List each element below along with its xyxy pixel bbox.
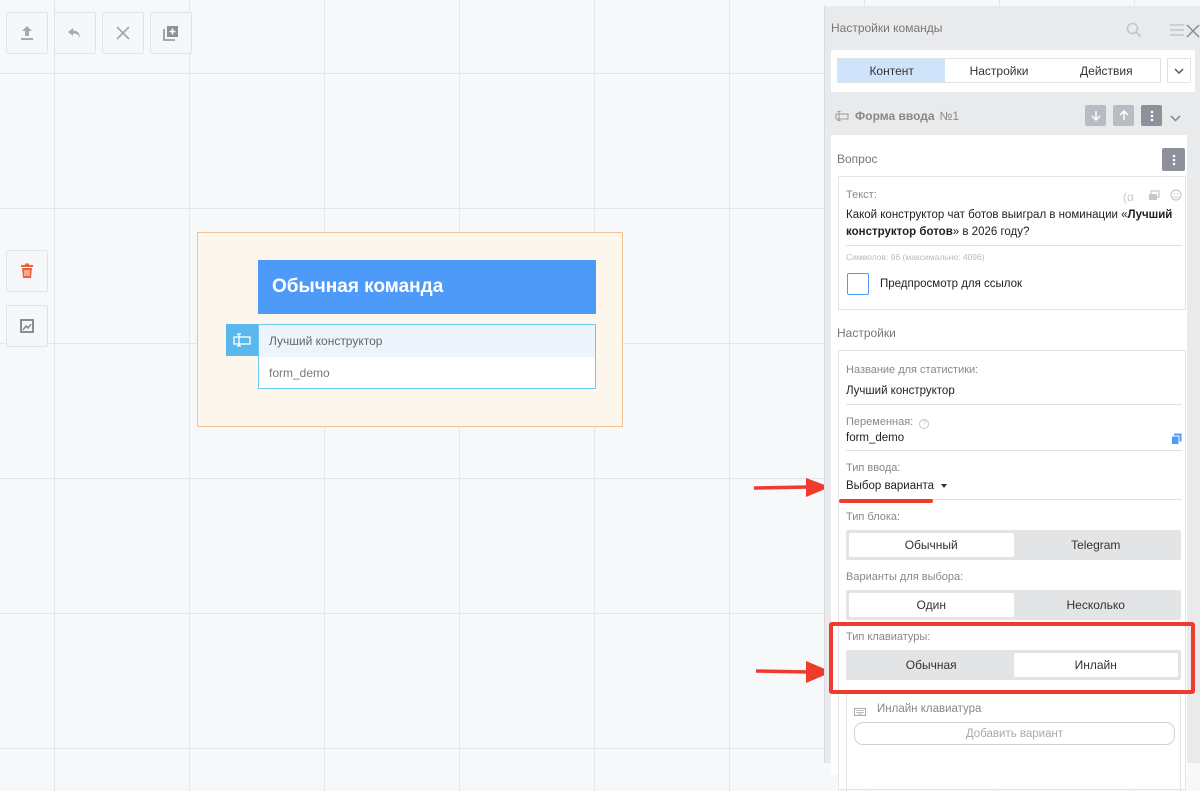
block-type-toggle: Обычный Telegram <box>846 530 1181 560</box>
link-preview-label: Предпросмотр для ссылок <box>880 278 1023 290</box>
arrow-annotation-keyboard-type <box>755 661 832 683</box>
keyboard-type-highlight <box>829 622 1195 694</box>
menu-icon[interactable] <box>1170 24 1184 39</box>
stat-name-label: Название для статистики: <box>846 364 979 376</box>
upload-icon <box>21 26 33 40</box>
question-label: Вопрос <box>837 152 878 166</box>
input-form-icon <box>835 111 849 121</box>
copy-icon[interactable] <box>1171 433 1182 448</box>
tab-actions[interactable]: Действия <box>1053 59 1160 82</box>
frame-icon <box>20 319 34 333</box>
choice-multiple[interactable]: Несколько <box>1014 593 1179 617</box>
form-block-name: Форма ввода <box>855 109 935 123</box>
question-text-part-2: » в 2026 году? <box>952 226 1030 238</box>
add-copy-icon <box>163 26 178 41</box>
choice-label: Варианты для выбора: <box>846 571 964 583</box>
question-text[interactable]: Какой конструктор чат ботов выиграл в но… <box>846 207 1178 241</box>
settings-box: Название для статистики: Лучший конструк… <box>838 350 1186 791</box>
variable-input[interactable]: form_demo <box>846 432 904 444</box>
form-block-header[interactable]: Форма ввода №1 <box>831 99 1195 133</box>
variable-label-text: Переменная: <box>846 416 914 428</box>
char-count: Символов: 96 (максимально: 4096) <box>846 252 985 262</box>
add-block-button[interactable] <box>150 12 192 54</box>
caret-down-icon <box>941 483 948 488</box>
input-type-select[interactable]: Выбор варианта <box>846 480 948 492</box>
node-stat-name: Лучший конструктор <box>259 325 595 357</box>
collapse-chevron-icon[interactable] <box>1170 111 1181 125</box>
trash-icon <box>21 263 33 278</box>
search-icon[interactable] <box>1126 22 1142 41</box>
tab-content[interactable]: Контент <box>838 59 946 82</box>
move-up-button[interactable] <box>1113 105 1134 126</box>
undo-button[interactable] <box>54 12 96 54</box>
undo-icon <box>68 28 80 38</box>
chevron-down-icon <box>1174 67 1184 74</box>
tabs-container: Контент Настройки Действия <box>831 50 1195 92</box>
fit-view-button[interactable] <box>6 305 48 347</box>
input-form-icon <box>226 324 258 356</box>
block-type-regular[interactable]: Обычный <box>849 533 1014 557</box>
emoji-icon[interactable] <box>1170 189 1182 204</box>
question-menu-button[interactable] <box>1162 148 1185 171</box>
add-option-button[interactable]: Добавить вариант <box>854 722 1175 745</box>
node-variable: form_demo <box>269 366 330 380</box>
command-node-title[interactable]: Обычная команда <box>258 260 596 314</box>
move-down-button[interactable] <box>1085 105 1106 126</box>
more-vertical-icon <box>1172 154 1175 165</box>
close-icon <box>116 26 130 40</box>
delete-button[interactable] <box>6 250 48 292</box>
input-form-block[interactable]: Лучший конструктор form_demo <box>258 324 596 389</box>
input-type-value: Выбор варианта <box>846 480 934 492</box>
arrow-up-icon <box>1118 110 1129 120</box>
tab-bar: Контент Настройки Действия <box>837 58 1161 83</box>
stat-name-input[interactable]: Лучший конструктор <box>846 385 955 397</box>
help-icon[interactable]: ? <box>919 419 930 429</box>
inline-keyboard-label: Инлайн клавиатура <box>877 703 982 715</box>
arrow-down-icon <box>1090 111 1101 121</box>
inline-keyboard-section: Инлайн клавиатура Добавить вариант <box>846 693 1181 791</box>
question-text-box[interactable]: Текст: (α Какой конструктор чат ботов вы… <box>838 176 1186 310</box>
more-vertical-icon <box>1150 110 1153 121</box>
panel-header: Настройки команды <box>825 6 1200 50</box>
close-button[interactable] <box>102 12 144 54</box>
tab-settings[interactable]: Настройки <box>945 59 1052 82</box>
block-menu-button[interactable] <box>1141 105 1162 126</box>
variable-insert-icon[interactable]: (α <box>1123 190 1134 204</box>
tabs-dropdown-button[interactable] <box>1167 58 1191 83</box>
choice-toggle: Один Несколько <box>846 590 1181 620</box>
choice-single[interactable]: Один <box>849 593 1014 617</box>
arrow-annotation-input-type <box>753 478 830 497</box>
image-insert-icon[interactable] <box>1148 190 1160 204</box>
question-text-part-1: Какой конструктор чат ботов выиграл в но… <box>846 209 1128 221</box>
upload-button[interactable] <box>6 12 48 54</box>
settings-label: Настройки <box>837 326 896 340</box>
form-block-number: №1 <box>939 109 960 123</box>
variable-label: Переменная: ? <box>846 416 930 429</box>
text-label: Текст: <box>846 189 877 201</box>
input-type-red-underline <box>839 499 933 503</box>
link-preview-checkbox[interactable] <box>847 273 869 295</box>
close-panel-icon[interactable] <box>1186 24 1200 41</box>
block-type-label: Тип блока: <box>846 511 901 523</box>
block-type-telegram[interactable]: Telegram <box>1014 533 1179 557</box>
input-type-label: Тип ввода: <box>846 462 901 474</box>
keyboard-icon <box>854 705 866 719</box>
panel-title: Настройки команды <box>831 21 943 35</box>
